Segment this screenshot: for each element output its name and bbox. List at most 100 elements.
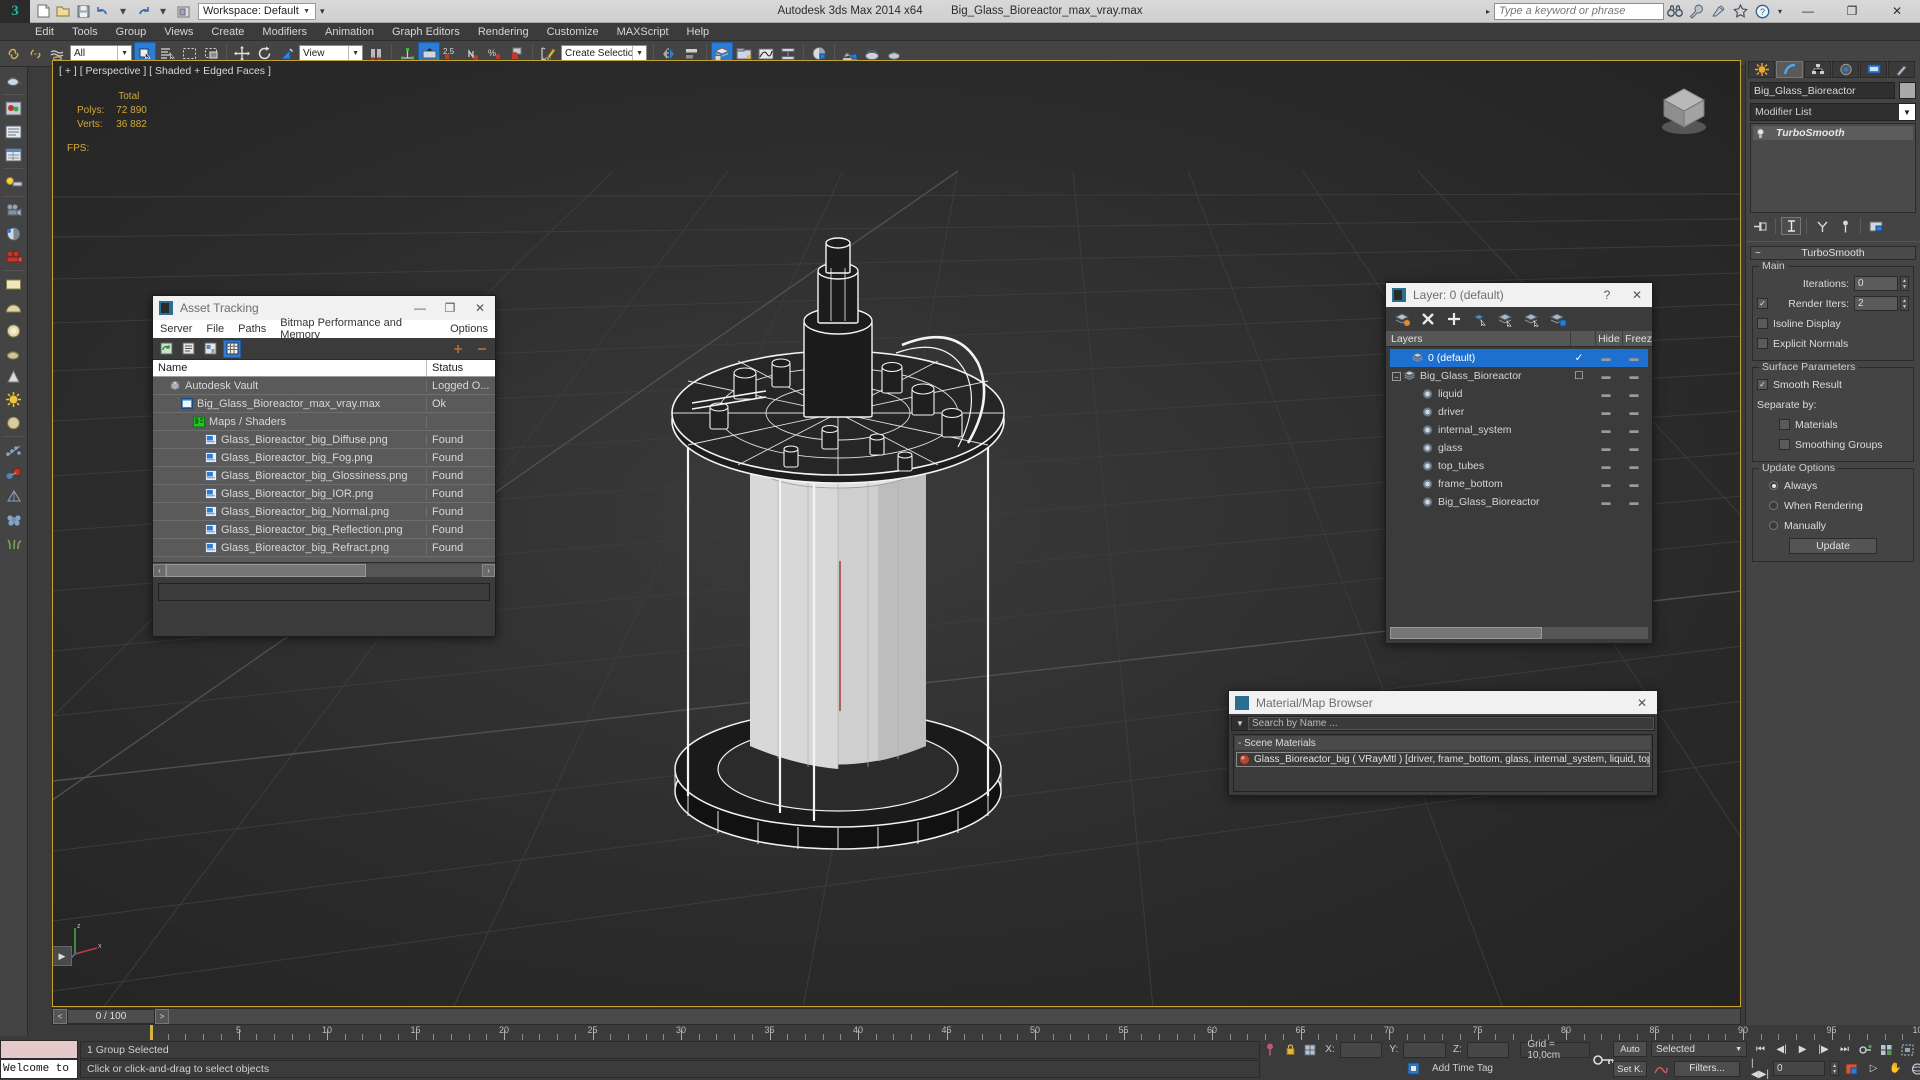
redo-icon[interactable]	[134, 2, 152, 20]
update-always-row[interactable]: Always	[1757, 477, 1909, 494]
curve-key-icon[interactable]	[1651, 1060, 1670, 1077]
asset-tracking-dialog[interactable]: Asset Tracking — ❐ ✕ ServerFilePathsBitm…	[152, 295, 496, 637]
project-folder-icon[interactable]	[174, 2, 192, 20]
isoline-display-checkbox[interactable]	[1757, 318, 1768, 329]
collapse-all-icon[interactable]	[473, 340, 491, 358]
smoothing-groups-checkbox[interactable]	[1779, 439, 1790, 450]
material-browser-body[interactable]: - Scene Materials Glass_Bioreactor_big (…	[1233, 734, 1653, 792]
layer-row[interactable]: −Big_Glass_Bioreactor☐▬▬	[1390, 367, 1648, 385]
y-field[interactable]	[1403, 1042, 1446, 1058]
scroll-track[interactable]	[166, 564, 482, 577]
help-dropdown-icon[interactable]: ▾	[1774, 7, 1786, 16]
layer-hide-toggle[interactable]: ▬	[1592, 407, 1620, 417]
maxscript-pink-field[interactable]	[0, 1040, 78, 1059]
layer-help-button[interactable]: ?	[1592, 283, 1622, 307]
asset-row[interactable]: Glass_Bioreactor_big_Reflection.pngFound	[153, 521, 495, 539]
grass-icon[interactable]	[2, 531, 26, 554]
scroll-right-button[interactable]: ›	[482, 564, 495, 577]
next-frame-button[interactable]: >	[155, 1009, 169, 1024]
menu-item-maxscript[interactable]: MAXScript	[608, 23, 678, 41]
layer-current-toggle[interactable]: ✓	[1566, 352, 1592, 364]
viewport-play-button[interactable]: ▶	[52, 946, 72, 966]
layer-freeze-toggle[interactable]: ▬	[1620, 497, 1648, 507]
materials-checkbox[interactable]	[1779, 419, 1790, 430]
hand-tool-icon[interactable]: ✋	[1886, 1060, 1905, 1077]
track-bar-ruler[interactable]: 0510152025303540455055606570758085909510…	[150, 1025, 1920, 1040]
iterations-spinner[interactable]: ▲▼	[1900, 276, 1909, 291]
scene-materials-group[interactable]: - Scene Materials	[1235, 736, 1651, 750]
asset-row[interactable]: Glass_Bioreactor_big_Diffuse.pngFound	[153, 431, 495, 449]
workspace-overflow-icon[interactable]: ▾	[316, 6, 329, 17]
configure-modifier-sets-icon[interactable]	[1866, 217, 1886, 235]
tab-display[interactable]	[1860, 61, 1887, 78]
tab-motion[interactable]	[1832, 61, 1859, 78]
search-expand-icon[interactable]: ▸	[1482, 7, 1494, 16]
layer-hide-toggle[interactable]: ▬	[1592, 461, 1620, 471]
menu-item-create[interactable]: Create	[202, 23, 253, 41]
menu-item-views[interactable]: Views	[155, 23, 202, 41]
helper-pyramid-icon[interactable]	[2, 485, 26, 508]
update-manually-row[interactable]: Manually	[1757, 517, 1909, 534]
update-always-radio[interactable]	[1769, 481, 1778, 490]
show-end-result-icon[interactable]	[1781, 217, 1801, 235]
lock-selection-icon[interactable]	[1282, 1041, 1299, 1058]
go-to-start-icon[interactable]: ⏮	[1751, 1041, 1770, 1058]
refresh-icon[interactable]	[157, 340, 175, 358]
list-mode-icon[interactable]	[179, 340, 197, 358]
scroll-thumb[interactable]	[166, 564, 366, 577]
star-icon[interactable]	[1730, 0, 1752, 23]
layer-freeze-toggle[interactable]: ▬	[1620, 479, 1648, 489]
layer-freeze-toggle[interactable]: ▬	[1620, 389, 1648, 399]
layer-hide-toggle[interactable]: ▬	[1592, 443, 1620, 453]
expand-all-icon[interactable]	[449, 340, 467, 358]
create-teapot-icon[interactable]	[2, 69, 26, 92]
menu-item-tools[interactable]: Tools	[63, 23, 107, 41]
select-layer-objects-icon[interactable]	[1470, 309, 1490, 329]
maximize-button[interactable]: ❐	[1830, 0, 1874, 23]
table-view-icon[interactable]	[2, 143, 26, 166]
at-menu-file[interactable]: File	[199, 323, 231, 335]
layer-hide-toggle[interactable]: ▬	[1592, 479, 1620, 489]
open-file-icon[interactable]	[54, 2, 72, 20]
scroll-left-button[interactable]: ‹	[153, 564, 166, 577]
render-iters-field[interactable]: 2	[1854, 296, 1898, 311]
go-to-end-icon[interactable]: ⏭	[1835, 1041, 1854, 1058]
layer-row[interactable]: liquid▬▬	[1390, 385, 1648, 403]
view-cube[interactable]	[1656, 83, 1712, 139]
layer-current-toggle[interactable]: ☐	[1566, 370, 1592, 382]
layer-row[interactable]: internal_system▬▬	[1390, 421, 1648, 439]
pin-stack-toggle-icon[interactable]	[1262, 1041, 1279, 1058]
close-button[interactable]: ✕	[1874, 0, 1920, 23]
hemisphere-icon[interactable]	[2, 296, 26, 319]
viewport-label[interactable]: [ + ] [ Perspective ] [ Shaded + Edged F…	[59, 65, 271, 77]
tab-utilities[interactable]	[1888, 61, 1915, 78]
tab-modify[interactable]	[1776, 61, 1803, 78]
asset-row[interactable]: Maps / Shaders	[153, 413, 495, 431]
new-file-icon[interactable]	[34, 2, 52, 20]
material-search-input[interactable]: Search by Name ...	[1248, 717, 1654, 730]
app-logo-icon[interactable]: 3	[0, 0, 30, 23]
time-configuration-icon[interactable]	[1877, 1041, 1896, 1058]
iterations-field[interactable]: 0	[1854, 276, 1898, 291]
key-mode-toggle-icon[interactable]	[1856, 1041, 1875, 1058]
set-key-button[interactable]: Set K.	[1613, 1061, 1647, 1077]
layer-hide-toggle[interactable]: ▬	[1592, 353, 1620, 363]
smooth-result-checkbox[interactable]: ✓	[1757, 379, 1768, 390]
asset-tracking-list[interactable]: Autodesk VaultLogged O...Big_Glass_Biore…	[153, 377, 495, 562]
layer-expander-icon[interactable]: −	[1392, 372, 1401, 381]
search-input[interactable]: Type a keyword or phrase	[1494, 3, 1664, 20]
flower-icon[interactable]	[2, 508, 26, 531]
pin-stack-icon[interactable]	[1750, 217, 1770, 235]
camera-icon[interactable]	[2, 199, 26, 222]
layer-row[interactable]: 0 (default)✓▬▬	[1390, 349, 1648, 367]
layer-freeze-toggle[interactable]: ▬	[1620, 371, 1648, 381]
layer-freeze-toggle[interactable]: ▬	[1620, 407, 1648, 417]
asset-row[interactable]: Glass_Bioreactor_big_Refract.pngFound	[153, 539, 495, 557]
modifier-stack[interactable]: TurboSmooth	[1750, 123, 1916, 213]
undo-icon[interactable]	[94, 2, 112, 20]
layer-freeze-toggle[interactable]: ▬	[1620, 461, 1648, 471]
pan-view-icon[interactable]: ▷	[1864, 1060, 1883, 1077]
filters-button[interactable]: Filters...	[1674, 1061, 1740, 1077]
video-camera-icon[interactable]	[2, 245, 26, 268]
layer-freeze-toggle[interactable]: ▬	[1620, 353, 1648, 363]
